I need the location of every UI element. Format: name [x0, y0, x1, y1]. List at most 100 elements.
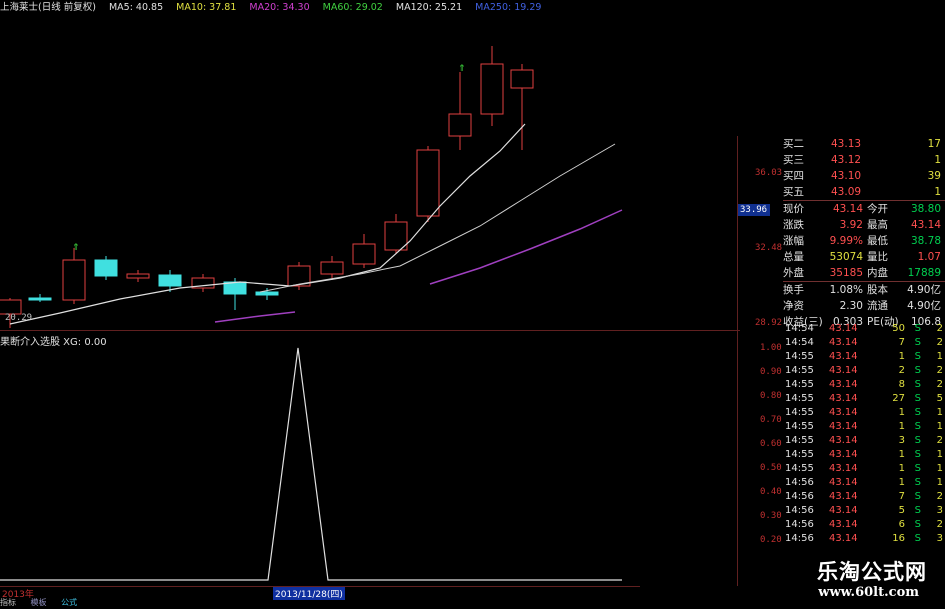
tick-volume: 6: [898, 519, 905, 530]
panel-divider: [0, 330, 740, 331]
bid-label: 买四: [783, 170, 804, 182]
candle-body: [510, 69, 534, 89]
price-axis-label: 32.48: [755, 243, 783, 253]
tick-row: 14:56 43.14 1 S 1: [783, 476, 945, 490]
bid-volume: 1: [934, 186, 941, 198]
tick-row: 14:56 43.14 5 S 3: [783, 504, 945, 518]
tab-indicator[interactable]: 指标: [0, 598, 16, 607]
tick-price: 43.14: [829, 491, 858, 502]
stat-value: 53074: [829, 251, 863, 263]
tick-time: 14:55: [785, 365, 814, 376]
tick-row: 14:55 43.14 27 S 5: [783, 392, 945, 406]
tick-direction: S: [914, 533, 921, 544]
tick-direction: S: [914, 365, 921, 376]
tick-price: 43.14: [829, 421, 858, 432]
limit-up-icon: ⇑: [458, 64, 466, 74]
indicator-axis-label: 0.20: [760, 535, 782, 545]
indicator-axis-label: 0.70: [760, 415, 782, 425]
tab-template[interactable]: 模板: [31, 598, 47, 607]
indicator-tabs[interactable]: 指标 模板 公式: [0, 597, 600, 609]
tick-direction: S: [914, 421, 921, 432]
tick-volume: 1: [898, 351, 905, 362]
candlestick-chart[interactable]: ⇑ ⇑: [0, 16, 640, 336]
ma-legend: 上海莱士(日线 前复权) MA5: 40.85 MA10: 37.81 MA20…: [0, 0, 560, 16]
tick-price: 43.14: [829, 463, 858, 474]
current-price-box: 33.96: [737, 204, 771, 216]
bid-volume: 1: [934, 154, 941, 166]
tick-direction: S: [914, 519, 921, 530]
tick-volume: 27: [892, 393, 905, 404]
candle-body: [28, 297, 52, 301]
stat-label: 流通: [867, 300, 888, 312]
tick-count: 5: [936, 393, 943, 404]
tick-volume: 2: [898, 365, 905, 376]
price-axis-label: 28.92: [755, 318, 783, 328]
tick-direction: S: [914, 491, 921, 502]
tick-count: 2: [936, 323, 943, 334]
tick-price: 43.14: [829, 393, 858, 404]
stat-label: 涨幅: [783, 235, 804, 247]
indicator-chart[interactable]: [0, 336, 740, 586]
tick-row: 14:56 43.14 6 S 2: [783, 518, 945, 532]
stat-row: 净资 2.30 流通 4.90亿: [783, 298, 945, 314]
tick-count: 1: [936, 463, 943, 474]
tick-time: 14:55: [785, 463, 814, 474]
tick-price: 43.14: [829, 365, 858, 376]
stat-label: 外盘: [783, 267, 804, 279]
tick-volume: 8: [898, 379, 905, 390]
stat-value: 1.08%: [829, 284, 863, 296]
tick-price: 43.14: [829, 435, 858, 446]
stat-value: 35185: [829, 267, 863, 279]
tick-volume: 50: [892, 323, 905, 334]
tick-row: 14:55 43.14 3 S 2: [783, 434, 945, 448]
indicator-axis-label: 0.90: [760, 367, 782, 377]
candle-body: [126, 273, 150, 279]
tick-time: 14:55: [785, 435, 814, 446]
indicator-axis-label: 0.80: [760, 391, 782, 401]
bid-price: 43.12: [831, 154, 862, 166]
stat-label: 最高: [867, 219, 888, 231]
stat-value: 4.90亿: [907, 284, 941, 296]
bid-price: 43.09: [831, 186, 862, 198]
tick-list[interactable]: 14:54 43.14 50 S 2 14:54 43.14 7 S 2 14:55 43.14 1 S 1…: [783, 322, 945, 546]
bid-row: 买三 43.12 1: [783, 152, 945, 168]
bid-label: 买二: [783, 138, 804, 150]
tick-time: 14:55: [785, 407, 814, 418]
candle-body: [384, 221, 408, 251]
tick-direction: S: [914, 463, 921, 474]
stat-row: 涨幅 9.99% 最低 38.78: [783, 233, 945, 249]
price-axis-label: 36.03: [755, 168, 783, 178]
tick-count: 1: [936, 477, 943, 488]
tab-formula[interactable]: 公式: [61, 598, 77, 607]
tick-direction: S: [914, 351, 921, 362]
tick-count: 1: [936, 421, 943, 432]
xg-signal-line: [0, 347, 622, 581]
indicator-axis-label: 0.30: [760, 511, 782, 521]
tick-time: 14:56: [785, 477, 814, 488]
tick-volume: 1: [898, 477, 905, 488]
stat-value: 4.90亿: [907, 300, 941, 312]
tick-count: 2: [936, 337, 943, 348]
ma5-label: MA5: 40.85: [108, 2, 164, 13]
tick-direction: S: [914, 449, 921, 460]
tick-time: 14:54: [785, 323, 814, 334]
tick-volume: 1: [898, 463, 905, 474]
stock-title[interactable]: 上海莱士(日线 前复权): [0, 2, 96, 13]
stat-value: 17889: [907, 267, 941, 279]
stat-label: 换手: [783, 284, 804, 296]
watermark-url: www.60lt.com: [818, 585, 919, 600]
indicator-axis-label: 1.00: [760, 343, 782, 353]
tick-price: 43.14: [829, 505, 858, 516]
tick-volume: 1: [898, 421, 905, 432]
tick-count: 1: [936, 351, 943, 362]
stat-label: 量比: [867, 251, 888, 263]
tick-price: 43.14: [829, 449, 858, 460]
ma120-label: MA120: 25.21: [395, 2, 463, 13]
tick-row: 14:55 43.14 1 S 1: [783, 448, 945, 462]
tick-price: 43.14: [829, 407, 858, 418]
candle-body: [158, 274, 182, 287]
stat-row: 换手 1.08% 股本 4.90亿: [783, 282, 945, 298]
tick-price: 43.14: [829, 533, 858, 544]
tick-row: 14:55 43.14 1 S 1: [783, 406, 945, 420]
tick-row: 14:55 43.14 1 S 1: [783, 350, 945, 364]
